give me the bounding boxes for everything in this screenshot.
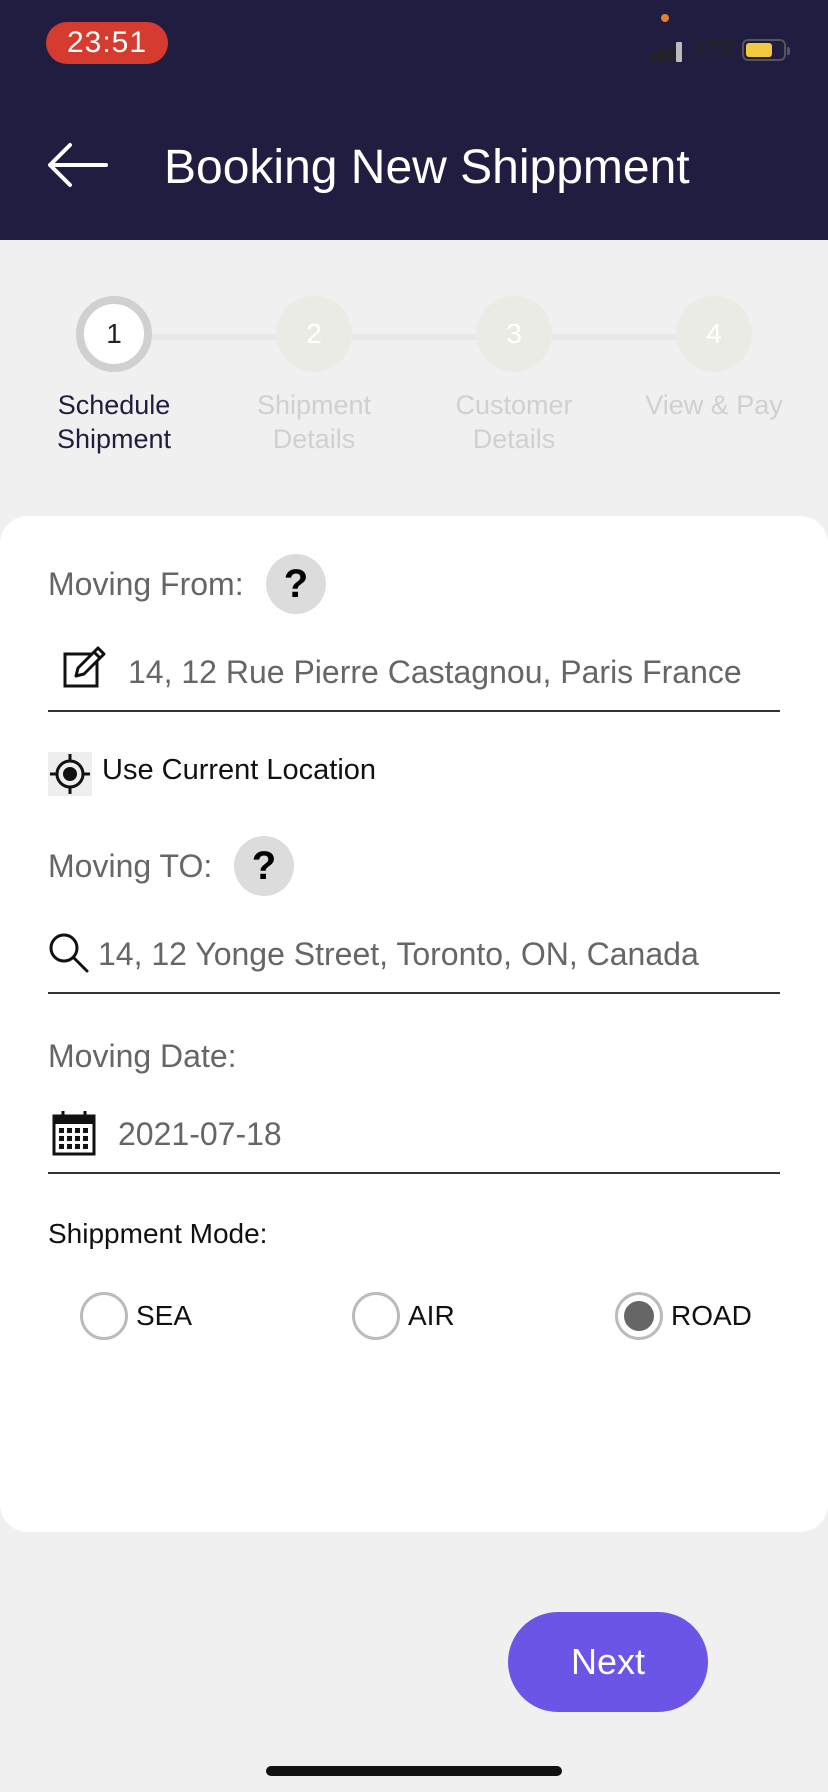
home-indicator[interactable]: [266, 1766, 562, 1776]
moving-from-help-button[interactable]: ?: [266, 554, 326, 614]
radio-sea-label[interactable]: SEA: [136, 1300, 192, 1332]
step-2-circle[interactable]: 2: [276, 296, 352, 372]
battery-icon: [742, 39, 790, 61]
moving-to-label: Moving TO:: [48, 848, 213, 884]
back-arrow-icon[interactable]: [44, 140, 110, 190]
step-4-label: View & Pay: [645, 390, 783, 420]
radio-air[interactable]: [352, 1292, 400, 1340]
step-3-circle[interactable]: 3: [476, 296, 552, 372]
radio-road-label[interactable]: ROAD: [671, 1300, 752, 1332]
calendar-icon: [52, 1110, 96, 1161]
moving-date-label: Moving Date:: [48, 1038, 237, 1074]
next-button[interactable]: Next: [508, 1612, 708, 1712]
app-header: 23:51 LTE Booking New Shippment: [0, 0, 828, 240]
moving-date-value: 2021-07-18: [118, 1116, 282, 1152]
step-2-label: Shipment Details: [256, 390, 372, 454]
privacy-indicator-dot: [661, 14, 669, 22]
progress-stepper: 1 2 3 4 Schedule Shipment Shipment Detai…: [0, 240, 828, 510]
network-type: LTE: [696, 36, 736, 61]
radio-air-label[interactable]: AIR: [408, 1300, 455, 1332]
page-title: Booking New Shippment: [164, 141, 690, 194]
crosshair-icon: [48, 752, 92, 796]
moving-to-help-button[interactable]: ?: [234, 836, 294, 896]
step-1-circle[interactable]: 1: [76, 296, 152, 372]
step-connector: [352, 334, 478, 340]
moving-from-field[interactable]: 14, 12 Rue Pierre Castagnou, Paris Franc…: [48, 636, 780, 712]
moving-date-field[interactable]: 2021-07-18: [48, 1098, 780, 1174]
search-icon: [48, 932, 90, 979]
signal-icon: [652, 40, 684, 62]
step-4-circle[interactable]: 4: [676, 296, 752, 372]
edit-icon: [62, 646, 108, 695]
step-connector: [152, 334, 278, 340]
moving-from-label: Moving From:: [48, 566, 244, 602]
moving-to-field[interactable]: 14, 12 Yonge Street, Toronto, ON, Canada: [48, 918, 780, 994]
shipment-mode-label: Shippment Mode:: [48, 1218, 268, 1249]
step-1-label: Schedule Shipment: [56, 390, 172, 454]
radio-road[interactable]: [615, 1292, 663, 1340]
step-connector: [552, 334, 678, 340]
use-current-location-button[interactable]: [48, 752, 92, 800]
radio-sea[interactable]: [80, 1292, 128, 1340]
step-3-label: Customer Details: [455, 390, 573, 454]
use-current-location-label[interactable]: Use Current Location: [102, 754, 376, 787]
moving-from-value: 14, 12 Rue Pierre Castagnou, Paris Franc…: [128, 654, 742, 690]
moving-to-value: 14, 12 Yonge Street, Toronto, ON, Canada: [98, 936, 699, 972]
status-time: 23:51: [46, 22, 168, 64]
